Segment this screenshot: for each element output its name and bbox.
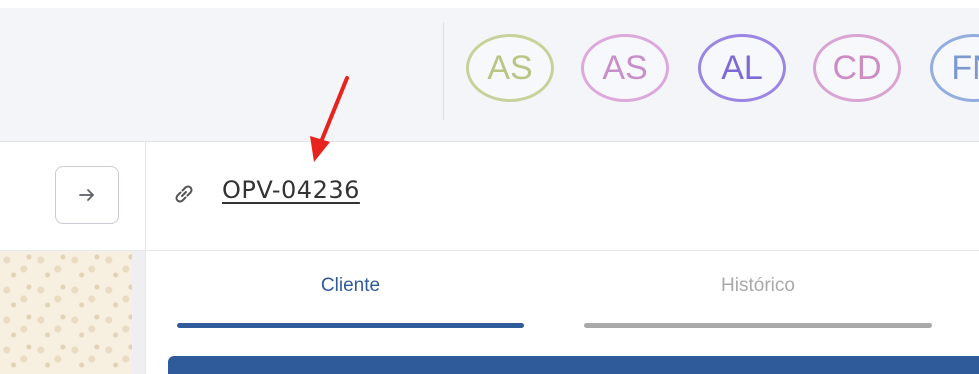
tab-cliente[interactable]: Cliente bbox=[177, 272, 524, 328]
tab-label: Cliente bbox=[320, 275, 381, 296]
avatar[interactable]: AS bbox=[581, 34, 669, 102]
panel-gap bbox=[132, 251, 145, 374]
tab-historico[interactable]: Histórico bbox=[584, 272, 932, 328]
panel-divider bbox=[145, 142, 146, 374]
record-header-bar bbox=[0, 142, 979, 251]
top-bar: AS AS AL CD FN bbox=[0, 0, 979, 142]
avatar-initials: FN bbox=[951, 48, 979, 87]
decorative-pattern bbox=[0, 251, 132, 374]
annotation-arrow-icon bbox=[310, 76, 349, 162]
header-divider bbox=[443, 22, 444, 120]
tab-underline bbox=[177, 323, 524, 328]
top-notch bbox=[880, 0, 920, 8]
avatar[interactable]: AL bbox=[698, 34, 786, 102]
avatar-initials: AS bbox=[487, 48, 533, 87]
tab-underline bbox=[584, 323, 932, 328]
avatar-initials: AS bbox=[602, 48, 648, 87]
avatar-initials: CD bbox=[832, 48, 882, 87]
expand-panel-button[interactable] bbox=[55, 166, 119, 224]
record-id-link[interactable]: OPV-04236 bbox=[222, 176, 360, 204]
tab-label: Histórico bbox=[721, 275, 795, 296]
top-edge bbox=[0, 0, 979, 8]
avatar[interactable]: FN bbox=[930, 34, 979, 102]
avatar[interactable]: AS bbox=[466, 34, 554, 102]
avatar-initials: AL bbox=[721, 48, 763, 87]
arrow-right-icon bbox=[79, 189, 94, 201]
avatar[interactable]: CD bbox=[813, 34, 901, 102]
link-icon bbox=[175, 185, 193, 203]
content-header-bar bbox=[168, 356, 979, 374]
